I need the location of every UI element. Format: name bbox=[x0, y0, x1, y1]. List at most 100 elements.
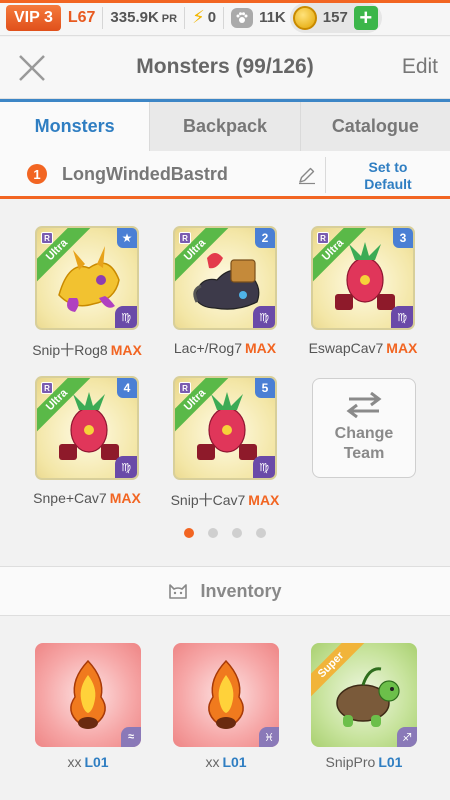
power-rating: 335.9K PR bbox=[110, 9, 177, 26]
inventory-title: Inventory bbox=[200, 580, 282, 601]
food-counter[interactable]: 11K bbox=[231, 7, 286, 28]
player-level: L67 bbox=[67, 8, 96, 26]
element-icon: ♓ bbox=[259, 727, 279, 747]
inventory-header[interactable]: Inventory bbox=[0, 566, 450, 616]
status-accent-strip bbox=[0, 0, 450, 3]
fire-sprite-monster-image bbox=[70, 659, 106, 729]
tab-monsters[interactable]: Monsters bbox=[0, 102, 151, 151]
item-name: xx bbox=[205, 754, 220, 770]
monster-name: Lac+/Rog7 bbox=[173, 340, 242, 356]
power-suffix: PR bbox=[161, 13, 178, 25]
page-dot[interactable] bbox=[208, 528, 218, 538]
element-icon: ♍ bbox=[115, 456, 137, 478]
monster-name: Snpe+Cav7 bbox=[33, 490, 107, 506]
item-level: L01 bbox=[378, 754, 403, 770]
slot-number-badge: 3 bbox=[393, 228, 413, 248]
inventory-item-card[interactable]: ≈ bbox=[35, 643, 141, 747]
inventory-item-card[interactable]: Super ♐ bbox=[311, 643, 417, 747]
energy-counter[interactable]: ⚡ 0 bbox=[192, 7, 216, 28]
change-team-button[interactable]: Change Team bbox=[312, 378, 416, 478]
set-default-label-line2: Default bbox=[364, 176, 412, 192]
monster-name: Snip十Rog8 bbox=[32, 342, 108, 358]
tab-bar: Monsters Backpack Catalogue bbox=[0, 99, 450, 151]
change-team-label-line1: Change bbox=[334, 425, 394, 442]
rarity-badge: R bbox=[179, 232, 191, 244]
element-icon: ≈ bbox=[121, 727, 141, 747]
monster-card[interactable]: Ultra R 5 ♍ bbox=[173, 376, 277, 480]
power-value: 335.9K bbox=[110, 9, 159, 26]
turtle-monster-image bbox=[336, 667, 400, 727]
monster-card[interactable]: Ultra R 3 ♍ bbox=[311, 226, 415, 330]
monster-label: Lac+/Rog7 MAX bbox=[160, 340, 290, 356]
tab-backpack[interactable]: Backpack bbox=[150, 102, 301, 151]
star-icon: ★ bbox=[117, 228, 137, 248]
monster-label: Snip十Rog8 MAX bbox=[22, 340, 152, 360]
item-name: xx bbox=[67, 754, 82, 770]
max-tag: MAX bbox=[109, 490, 141, 506]
rarity-badge: R bbox=[41, 232, 53, 244]
paw-icon bbox=[231, 7, 254, 28]
set-default-label-line1: Set to bbox=[368, 159, 408, 175]
rarity-badge: R bbox=[317, 232, 329, 244]
divider bbox=[325, 157, 326, 193]
monster-label: EswapCav7 MAX bbox=[298, 340, 428, 356]
lightning-icon: ⚡ bbox=[192, 7, 205, 27]
page-indicator bbox=[0, 528, 450, 538]
cat-face-icon bbox=[169, 584, 188, 599]
page-dot[interactable] bbox=[232, 528, 242, 538]
edit-button[interactable]: Edit bbox=[402, 55, 438, 79]
rarity-badge: R bbox=[179, 382, 191, 394]
change-team-label-line2: Team bbox=[343, 445, 385, 462]
monster-label: Snip十Cav7 MAX bbox=[160, 490, 290, 510]
pencil-icon[interactable] bbox=[297, 165, 317, 185]
divider bbox=[184, 6, 186, 29]
slot-number-badge: 5 bbox=[255, 378, 275, 398]
page-dot-active[interactable] bbox=[184, 528, 194, 538]
inventory-item-card[interactable]: ♓ bbox=[173, 643, 279, 747]
max-tag: MAX bbox=[386, 340, 418, 356]
fire-sprite-monster-image bbox=[208, 659, 244, 729]
slot-number-badge: 2 bbox=[255, 228, 275, 248]
monster-card[interactable]: Ultra R 2 ♍ bbox=[173, 226, 277, 330]
element-icon: ♍ bbox=[253, 456, 275, 478]
element-icon: ♐ bbox=[397, 727, 417, 747]
gold-coin-icon bbox=[292, 5, 317, 30]
element-icon: ♍ bbox=[253, 306, 275, 328]
max-tag: MAX bbox=[248, 492, 280, 508]
inventory-item-label: SnipPro L01 bbox=[299, 754, 429, 770]
monster-card[interactable]: Ultra R 4 ♍ bbox=[35, 376, 139, 480]
tab-catalogue[interactable]: Catalogue bbox=[301, 102, 450, 151]
item-level: L01 bbox=[222, 754, 247, 770]
page-title: Monsters (99/126) bbox=[136, 55, 314, 78]
gold-counter[interactable]: 157 + bbox=[289, 2, 382, 33]
item-name: SnipPro bbox=[325, 754, 376, 770]
monster-card[interactable]: Ultra R ★ ♍ bbox=[35, 226, 139, 330]
divider bbox=[223, 6, 225, 29]
team-number-badge: 1 bbox=[27, 164, 47, 184]
add-gold-button[interactable]: + bbox=[353, 5, 378, 30]
team-monster-grid: Ultra R ★ ♍ Snip十Rog8 MAX Ultra R 2 ♍ Lac… bbox=[0, 202, 450, 564]
element-icon: ♍ bbox=[391, 306, 413, 328]
element-icon: ♍ bbox=[115, 306, 137, 328]
page-header: Monsters (99/126) Edit bbox=[0, 37, 450, 99]
energy-value: 0 bbox=[207, 9, 217, 26]
gold-value: 157 bbox=[322, 9, 348, 26]
divider bbox=[102, 6, 104, 29]
swap-arrows-icon bbox=[346, 392, 382, 418]
slot-number-badge: 4 bbox=[117, 378, 137, 398]
item-level: L01 bbox=[84, 754, 109, 770]
team-bar: 1 LongWindedBastrd Set to Default bbox=[0, 151, 450, 199]
inventory-item-label: xx L01 bbox=[161, 754, 291, 770]
team-name: LongWindedBastrd bbox=[62, 164, 228, 184]
monster-label: Snpe+Cav7 MAX bbox=[22, 490, 152, 506]
vip-badge[interactable]: VIP 3 bbox=[6, 4, 61, 31]
page-dot[interactable] bbox=[256, 528, 266, 538]
set-default-button[interactable]: Set to Default bbox=[328, 159, 448, 193]
inventory-item-label: xx L01 bbox=[23, 754, 153, 770]
max-tag: MAX bbox=[244, 340, 277, 356]
rarity-badge: R bbox=[41, 382, 53, 394]
monster-name: EswapCav7 bbox=[308, 340, 384, 356]
food-value: 11K bbox=[259, 9, 286, 26]
max-tag: MAX bbox=[110, 342, 142, 358]
monster-name: Snip十Cav7 bbox=[170, 492, 246, 508]
